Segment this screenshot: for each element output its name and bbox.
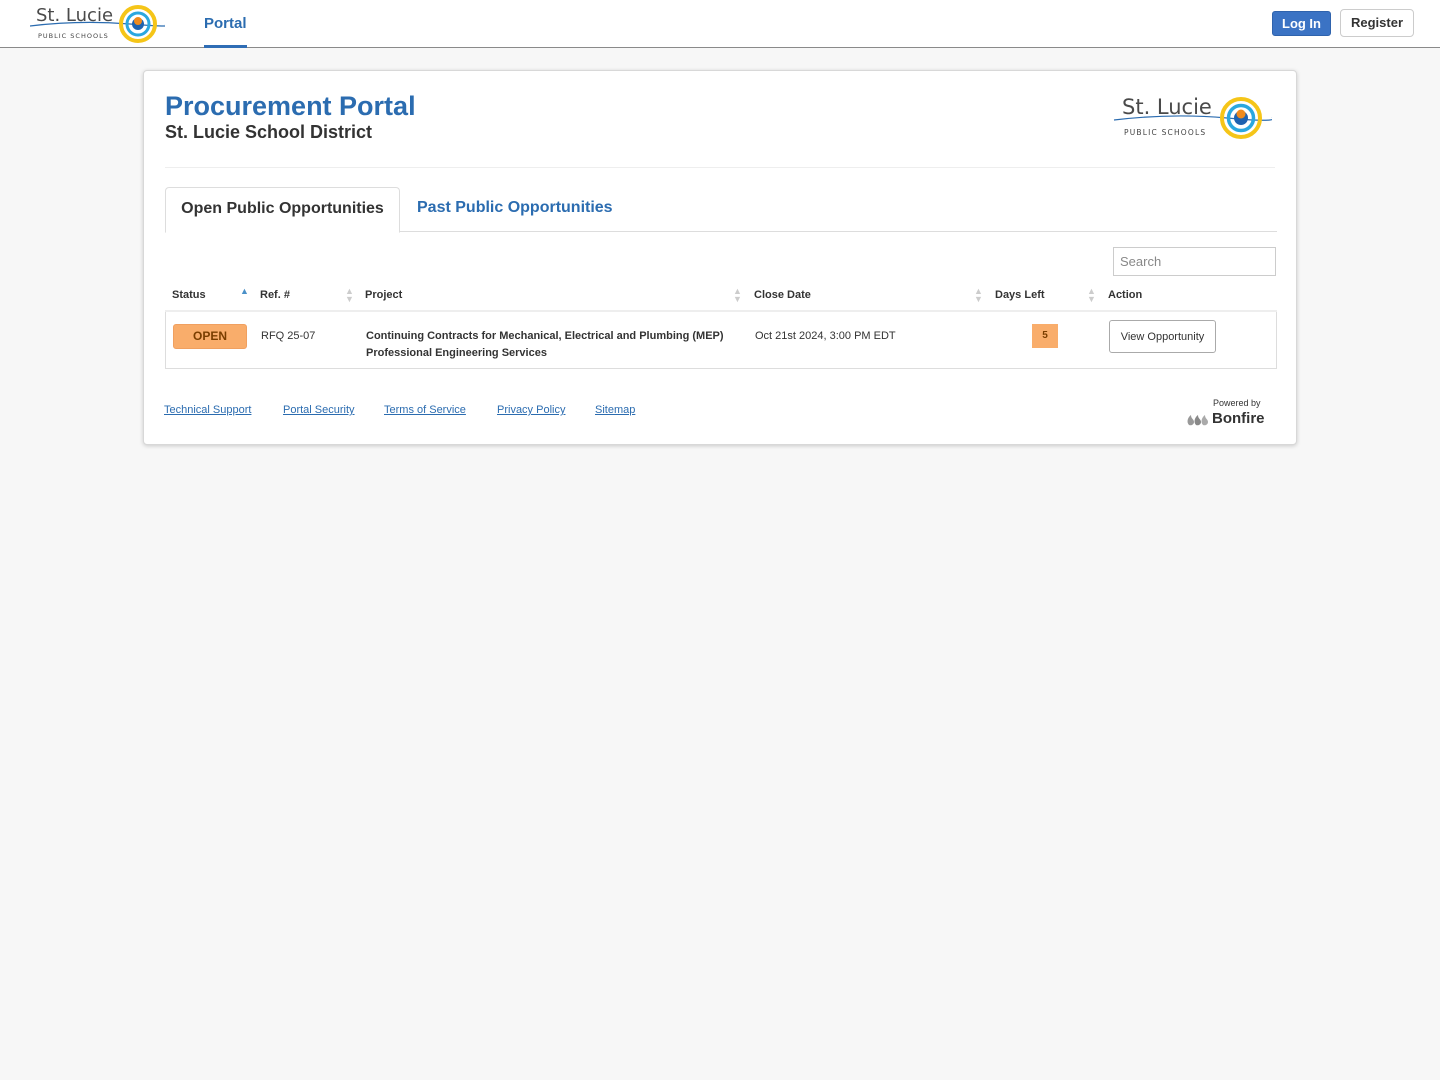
close-date: Oct 21st 2024, 3:00 PM EDT [755,330,896,342]
st-lucie-card-logo: St. Lucie PUBLIC SCHOOLS [1112,91,1275,143]
header-divider [165,167,1275,168]
page-subtitle: St. Lucie School District [165,122,373,142]
sort-asc-icon[interactable]: ▲ [240,287,249,296]
footer-link-privacy-policy[interactable]: Privacy Policy [497,404,565,416]
status-badge: OPEN [173,324,247,349]
powered-by-label: Powered by [1213,398,1261,408]
column-header-status[interactable]: Status [172,289,206,301]
column-header-days-left[interactable]: Days Left [995,289,1045,301]
login-button[interactable]: Log In [1272,11,1331,36]
sun-wave-icon [1220,97,1262,139]
bonfire-logo[interactable]: Bonfire [1186,410,1268,428]
procurement-card: Procurement Portal St. Lucie School Dist… [143,70,1297,445]
days-left-badge: 5 [1032,324,1058,348]
st-lucie-logo[interactable]: St. Lucie PUBLIC SCHOOLS [29,2,170,46]
sort-icon[interactable]: ▲ ▼ [345,287,354,304]
footer-link-technical-support[interactable]: Technical Support [164,404,251,416]
register-button[interactable]: Register [1340,9,1414,37]
sort-icon[interactable]: ▲ ▼ [1087,287,1096,304]
top-navbar: St. Lucie PUBLIC SCHOOLS Portal Log In R… [0,0,1440,48]
bonfire-flame-icon [1187,415,1208,426]
sun-wave-icon [119,5,157,43]
bonfire-brand: Bonfire [1212,410,1265,427]
opportunity-tabs: Open Public Opportunities Past Public Op… [165,187,1277,233]
logo-tagline: PUBLIC SCHOOLS [38,32,109,40]
ref-number: RFQ 25-07 [261,330,316,342]
card-logo-tagline: PUBLIC SCHOOLS [1124,128,1206,137]
tab-past-opportunities[interactable]: Past Public Opportunities [417,187,613,232]
table-row: OPEN RFQ 25-07 Continuing Contracts for … [165,312,1277,369]
column-header-close-date[interactable]: Close Date [754,289,811,301]
footer-link-sitemap[interactable]: Sitemap [595,404,635,416]
tab-open-opportunities[interactable]: Open Public Opportunities [165,187,400,233]
footer-link-terms-of-service[interactable]: Terms of Service [384,404,466,416]
search-input[interactable] [1113,247,1276,276]
card-logo-name: St. Lucie [1122,95,1212,119]
column-header-ref[interactable]: Ref. # [260,289,290,301]
view-opportunity-button[interactable]: View Opportunity [1109,320,1216,353]
column-header-project[interactable]: Project [365,289,402,301]
column-header-action: Action [1108,289,1143,301]
sort-icon[interactable]: ▲ ▼ [733,287,742,304]
sort-icon[interactable]: ▲ ▼ [974,287,983,304]
nav-tab-portal[interactable]: Portal [204,0,247,48]
footer-link-portal-security[interactable]: Portal Security [283,404,355,416]
project-name: Continuing Contracts for Mechanical, Ele… [366,330,724,359]
page-title: Procurement Portal [165,91,416,121]
